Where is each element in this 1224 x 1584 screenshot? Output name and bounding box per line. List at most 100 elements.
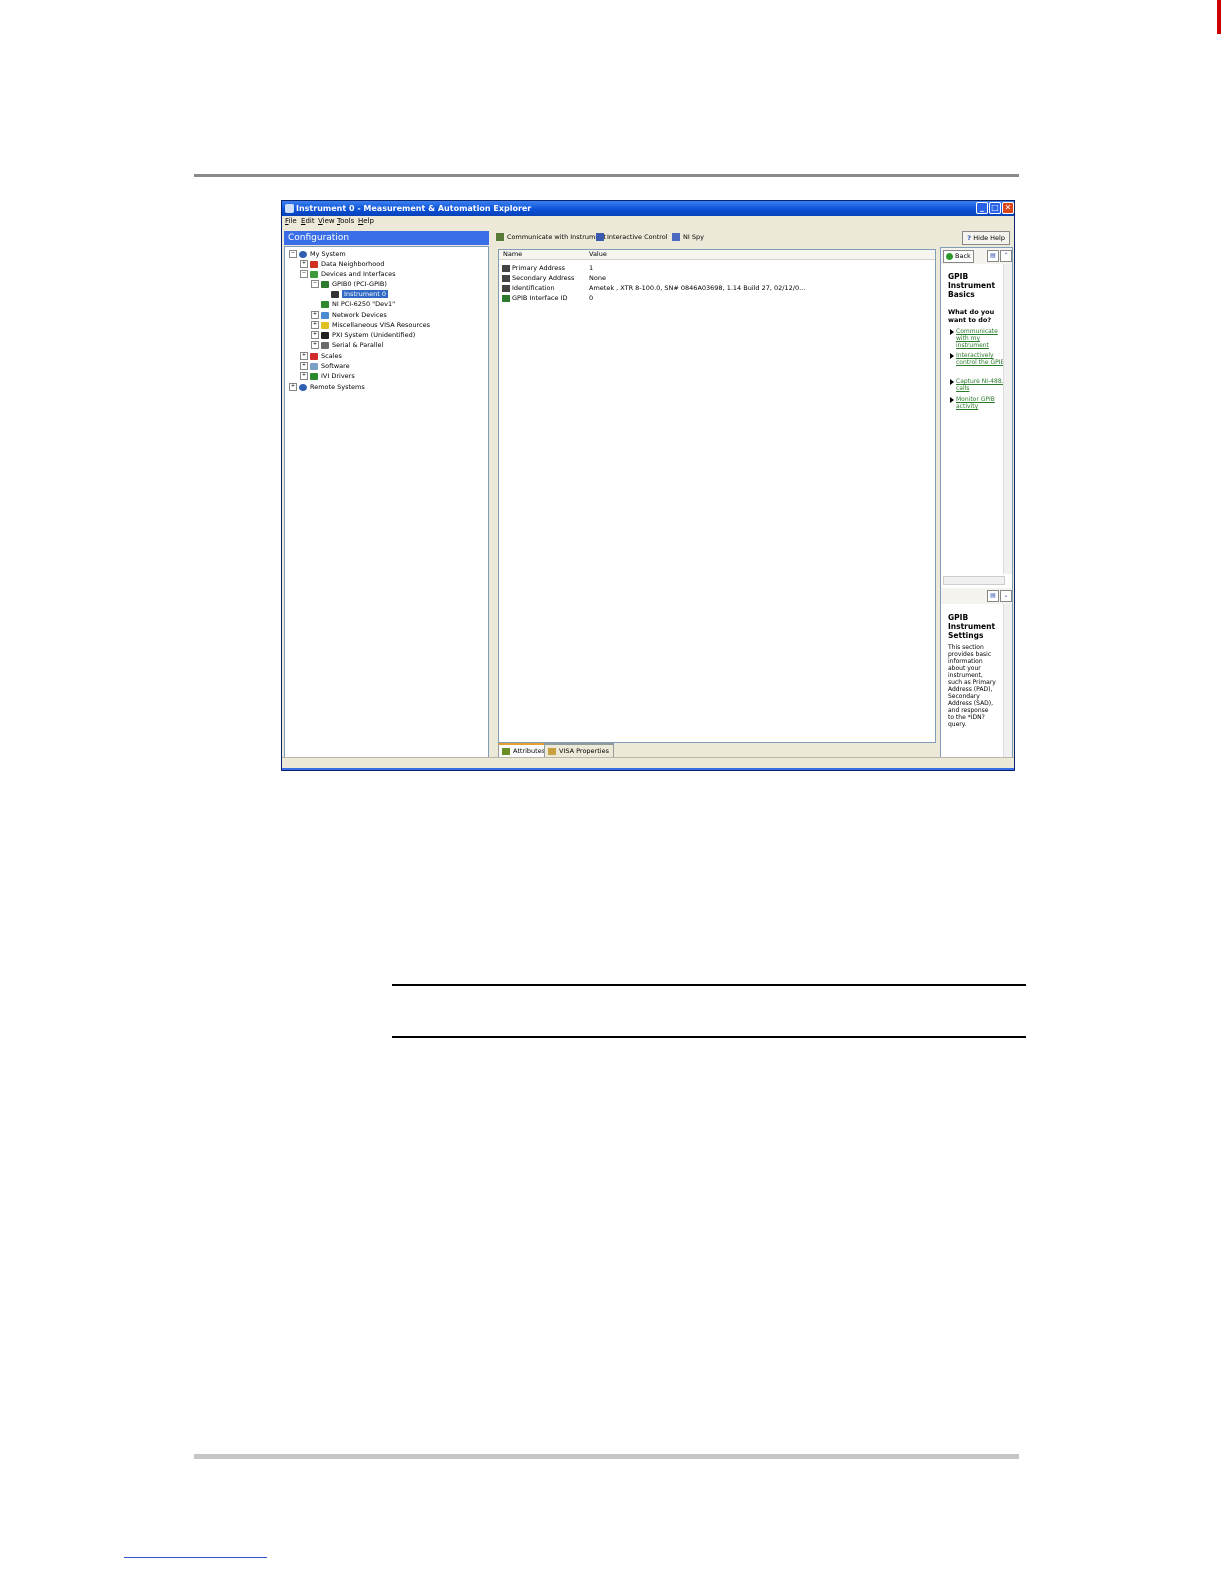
hide-help-button[interactable]: ? Hide Help [962, 231, 1010, 245]
tree-expander[interactable]: − [289, 250, 297, 258]
tab-attributes[interactable]: Attributes [498, 743, 551, 758]
table-row[interactable]: Identification Ametek , XTR 8-100.0, SN# … [499, 284, 935, 293]
tree-expander[interactable]: + [300, 362, 308, 370]
collapse-up-icon[interactable]: ⌃ [1000, 250, 1012, 262]
attribute-name: Secondary Address [512, 274, 575, 282]
print-icon[interactable]: ▤ [987, 250, 999, 262]
tree-item-misc-visa[interactable]: + Miscellaneous VISA Resources [311, 320, 430, 330]
daq-card-icon [321, 300, 329, 308]
attributes-table: Name Value Primary Address 1 Secondary Ad… [498, 249, 936, 743]
tree-expander[interactable]: + [300, 260, 308, 268]
attribute-value: None [589, 274, 606, 282]
menu-edit[interactable]: Edit [301, 217, 315, 225]
help-bottom-body: This section provides basic information … [948, 644, 996, 728]
note-rule-bottom [392, 1036, 1026, 1038]
menu-bar: File Edit View Tools Help [282, 216, 1014, 228]
table-row[interactable]: Primary Address 1 [499, 264, 935, 273]
tree-item-remote-systems[interactable]: + Remote Systems [289, 382, 365, 392]
menu-help[interactable]: Help [358, 217, 374, 225]
tree-item-pxi-system[interactable]: + PXI System (Unidentified) [311, 330, 415, 340]
tree-expander[interactable]: − [311, 280, 319, 288]
remote-icon [299, 383, 307, 391]
menu-view[interactable]: View [318, 217, 335, 225]
tree-expander[interactable]: + [311, 311, 319, 319]
help-question-text: What do you want to do? [948, 308, 995, 324]
tree-item-label: Network Devices [332, 311, 387, 319]
attribute-name: Primary Address [512, 264, 566, 272]
help-bottom-scrollbar[interactable] [1003, 604, 1012, 758]
configuration-tree[interactable]: − My System + Data Neighborhood − Devices a… [284, 246, 489, 758]
serial-icon [321, 341, 329, 349]
header-rule [194, 174, 1019, 177]
collapse-down-icon[interactable]: ⌄ [1000, 590, 1012, 602]
attributes-icon [502, 747, 510, 755]
visa-properties-icon [548, 747, 556, 755]
gpib-board-icon [321, 280, 329, 288]
table-row[interactable]: GPIB Interface ID 0 [499, 294, 935, 303]
tree-item-label: Devices and Interfaces [321, 270, 396, 278]
page-edge-tab-marker [1217, 0, 1221, 34]
tree-expander[interactable]: + [300, 372, 308, 380]
tree-item-instrument-0[interactable]: Instrument 0 [331, 289, 388, 299]
tab-visa-properties[interactable]: VISA Properties [544, 743, 614, 758]
help-question: What do you want to do? [948, 308, 1000, 324]
tree-item-label: PXI System (Unidentified) [332, 331, 416, 339]
tree-item-gpib0[interactable]: − GPIB0 (PCI-GPIB) [311, 279, 387, 289]
devices-icon [310, 270, 318, 278]
help-bottom-toolbar: ▤ ⌄ [941, 588, 1012, 604]
minimize-button[interactable]: _ [976, 202, 988, 214]
tree-item-serial-parallel[interactable]: + Serial & Parallel [311, 340, 383, 350]
print-bottom-icon[interactable]: ▤ [987, 590, 999, 602]
tree-item-label: Data Neighborhood [321, 260, 385, 268]
help-pane: Back ▤ ⌃ GPIB Instrument Basics What do … [940, 247, 1013, 758]
tree-item-label: My System [310, 250, 346, 258]
maximize-button[interactable]: □ [989, 202, 1001, 214]
tree-item-data-neighborhood[interactable]: + Data Neighborhood [300, 259, 384, 269]
tree-expander[interactable]: + [289, 383, 297, 391]
communicate-icon [496, 233, 504, 241]
tree-item-devices-interfaces[interactable]: − Devices and Interfaces [300, 269, 395, 279]
help-settings-body: This section provides basic information … [948, 644, 996, 728]
help-top-title: GPIB Instrument Basics [948, 272, 1000, 299]
communicate-button[interactable]: Communicate with Instrument [496, 232, 606, 243]
column-header-name[interactable]: Name [503, 250, 522, 259]
attribute-icon [502, 285, 510, 292]
status-accent-line [282, 768, 1014, 770]
attribute-icon [502, 295, 510, 302]
help-back-button[interactable]: Back [943, 250, 974, 263]
tree-item-network-devices[interactable]: + Network Devices [311, 310, 387, 320]
ni-spy-button[interactable]: NI Spy [672, 232, 704, 243]
tree-item-my-system[interactable]: − My System [289, 249, 346, 259]
help-bottom-title: GPIB Instrument Settings [948, 613, 1000, 640]
help-section-title: GPIB Instrument Basics [948, 272, 996, 299]
tree-expander[interactable]: + [311, 331, 319, 339]
tree-expander[interactable]: − [300, 270, 308, 278]
close-button[interactable]: ✕ [1002, 202, 1014, 214]
scales-icon [310, 352, 318, 360]
instrument-icon [331, 290, 339, 298]
tree-expander[interactable]: + [311, 321, 319, 329]
tree-expander[interactable]: + [311, 341, 319, 349]
ni-spy-label: NI Spy [683, 233, 704, 241]
tree-item-ivi-drivers[interactable]: + IVI Drivers [300, 371, 355, 381]
menu-tools[interactable]: Tools [337, 217, 354, 225]
help-top-scrollbar[interactable] [1003, 264, 1012, 574]
tree-item-pci-6250[interactable]: NI PCI-6250 "Dev1" [321, 299, 395, 309]
interactive-control-label: Interactive Control [607, 233, 668, 241]
mae-window: Instrument 0 - Measurement & Automation … [281, 200, 1015, 771]
interactive-control-button[interactable]: Interactive Control [596, 232, 668, 243]
help-top-hscrollbar[interactable] [943, 576, 1005, 585]
data-neighborhood-icon [310, 260, 318, 268]
column-header-value[interactable]: Value [589, 250, 607, 259]
tree-expander[interactable]: + [300, 352, 308, 360]
table-row[interactable]: Secondary Address None [499, 274, 935, 283]
interactive-control-icon [596, 233, 604, 241]
attribute-name: Identification [512, 284, 555, 292]
tree-item-label: GPIB0 (PCI-GPIB) [332, 280, 387, 288]
communicate-label: Communicate with Instrument [507, 233, 607, 241]
tree-item-software[interactable]: + Software [300, 361, 350, 371]
tree-item-scales[interactable]: + Scales [300, 351, 342, 361]
menu-file[interactable]: File [285, 217, 297, 225]
title-bar[interactable]: Instrument 0 - Measurement & Automation … [282, 201, 1014, 216]
help-toolbar: Back ▤ ⌃ [941, 248, 1012, 264]
